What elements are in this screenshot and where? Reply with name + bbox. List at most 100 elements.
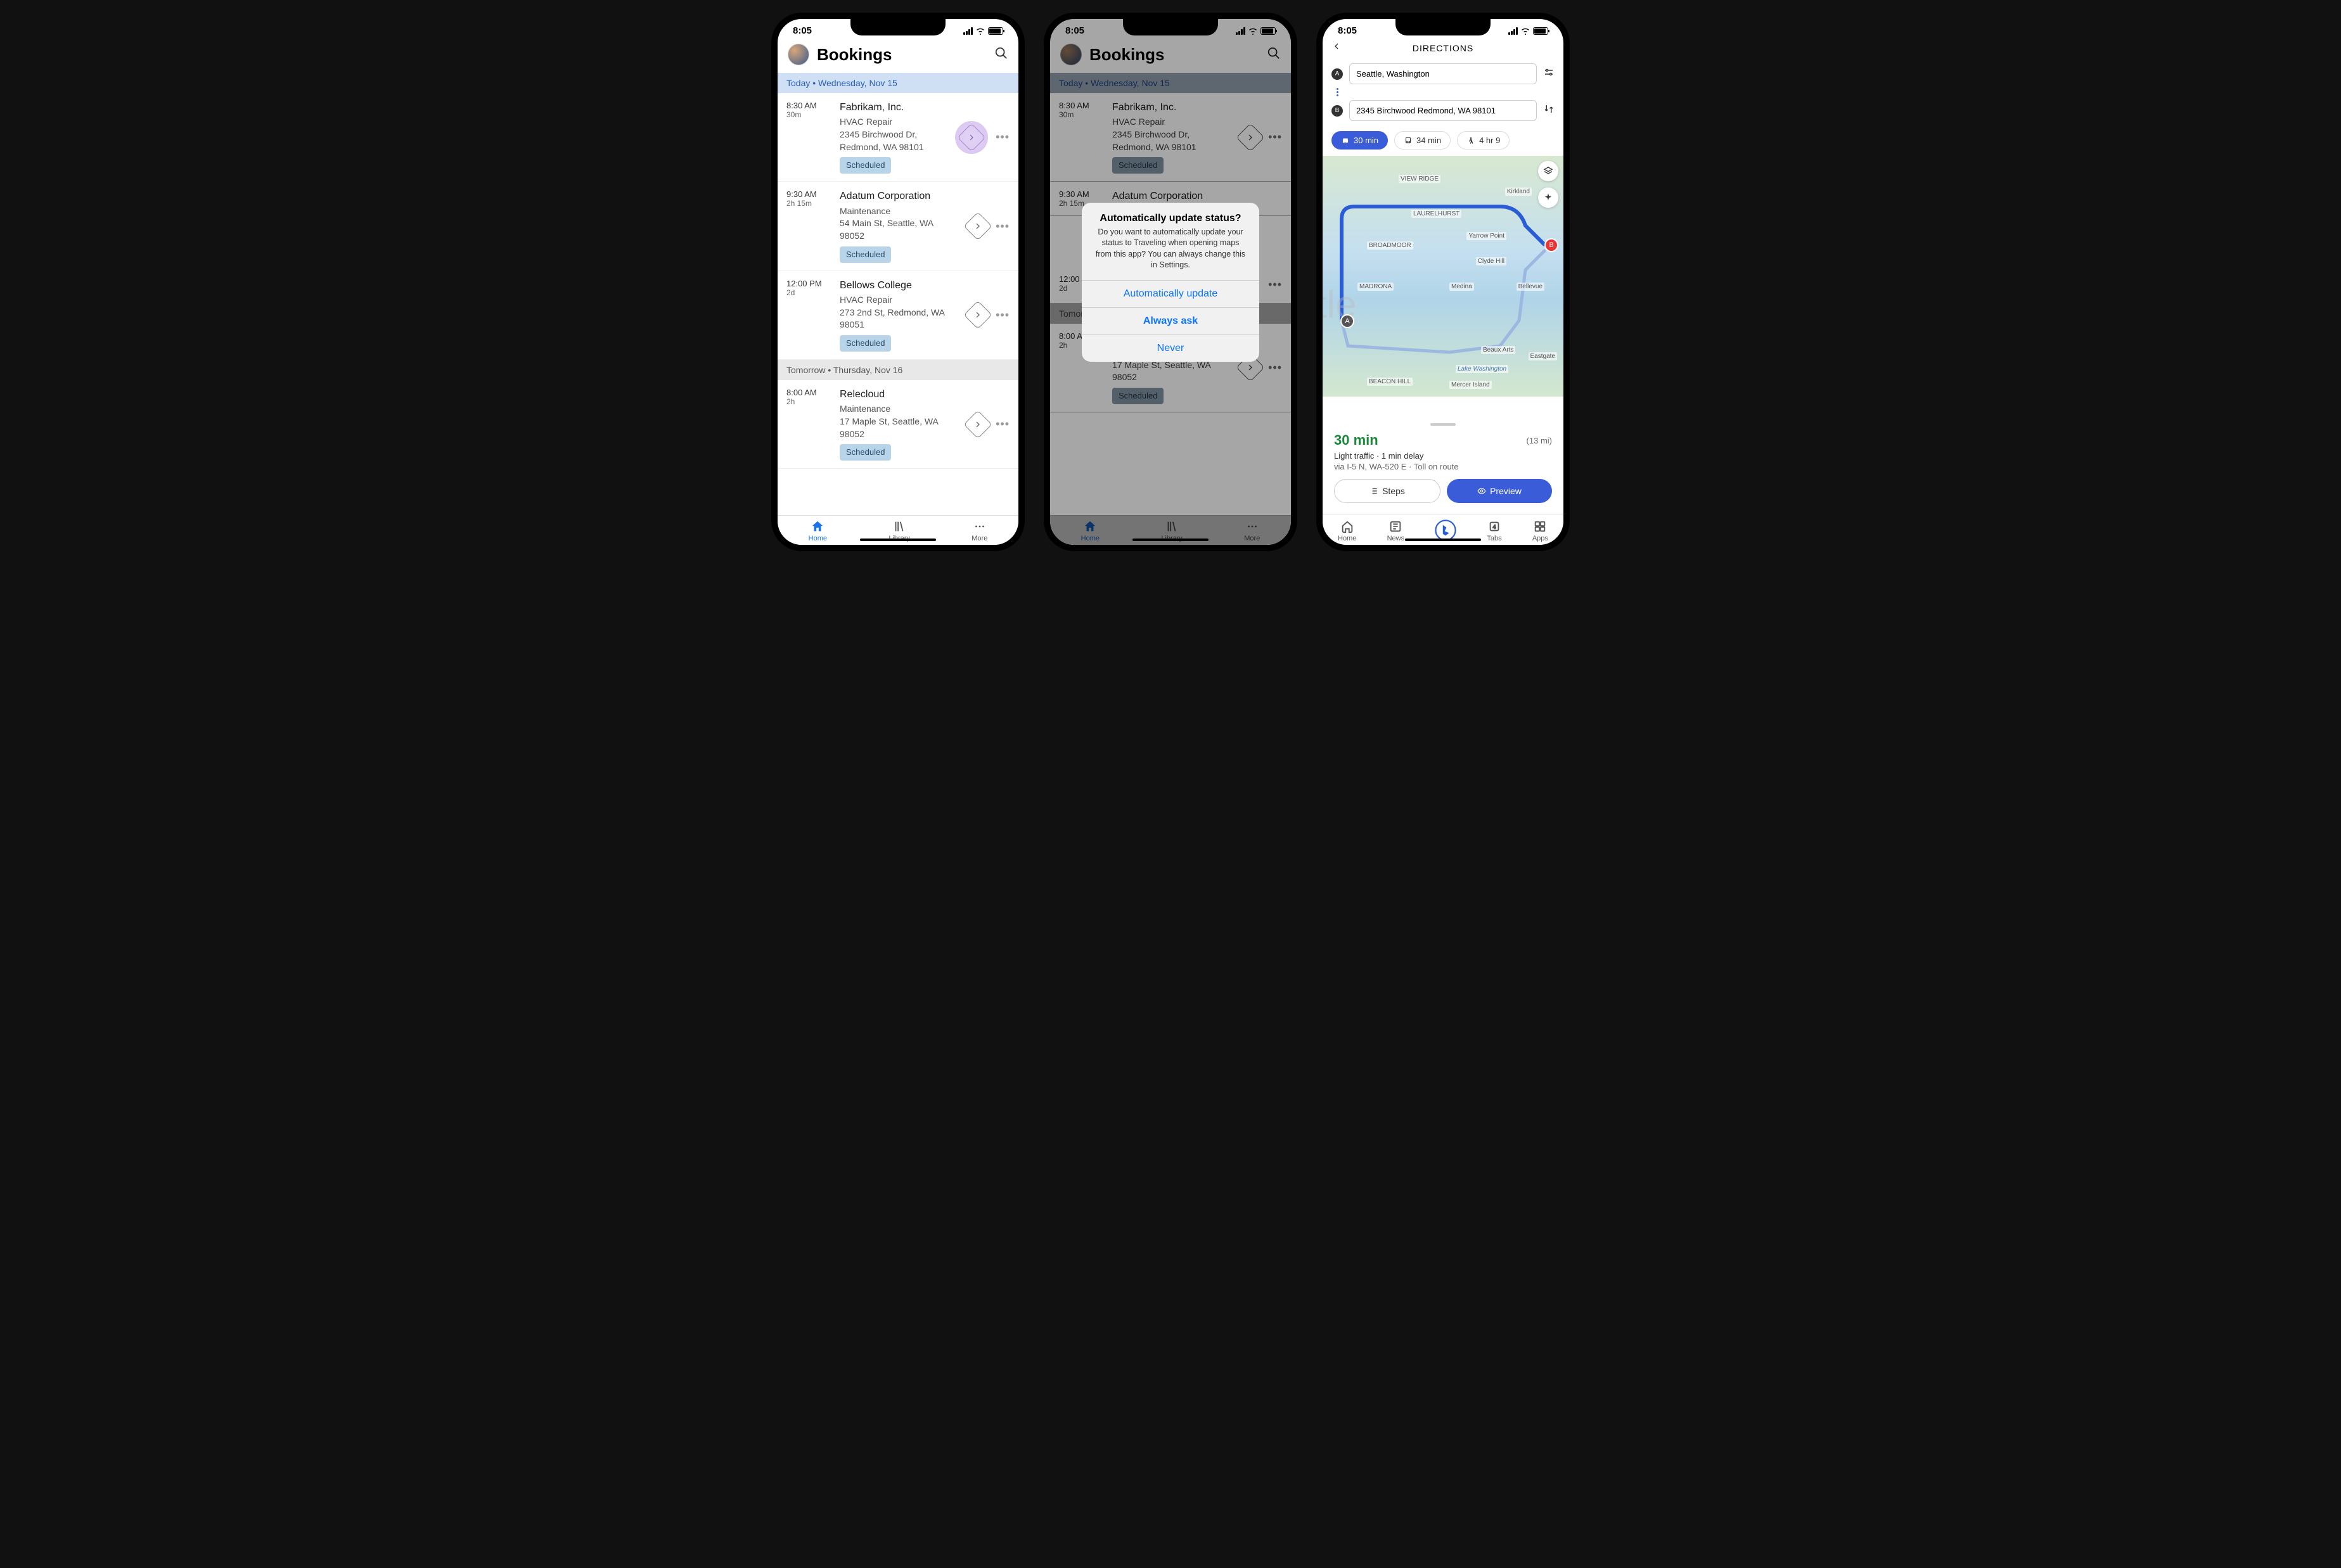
dialog-body: Do you want to automatically update your… <box>1082 227 1259 280</box>
status-badge: Scheduled <box>840 335 891 352</box>
booking-time: 9:30 AM 2h 15m <box>786 189 832 262</box>
booking-actions: ••• <box>968 279 1012 352</box>
nav-tabs[interactable]: 4 Tabs <box>1487 519 1501 542</box>
map-marker-a: A <box>1340 314 1354 328</box>
map-label: BROADMOOR <box>1367 241 1413 250</box>
nav-home[interactable]: Home <box>1338 519 1356 542</box>
marker-b-icon: B <box>1331 105 1343 117</box>
directions-button[interactable] <box>957 123 985 151</box>
notch <box>850 19 946 35</box>
clock: 8:05 <box>1338 25 1357 36</box>
preview-button[interactable]: Preview <box>1447 479 1552 503</box>
booking-info: Fabrikam, Inc. HVAC Repair 2345 Birchwoo… <box>840 101 947 174</box>
svg-text:4: 4 <box>1493 525 1496 530</box>
battery-icon <box>1533 27 1548 35</box>
nav-more[interactable]: More <box>972 519 987 542</box>
wifi-icon <box>975 27 985 35</box>
from-input[interactable]: Seattle, Washington <box>1349 63 1537 84</box>
status-dialog: Automatically update status? Do you want… <box>1082 203 1259 362</box>
map-label: Bellevue <box>1517 283 1544 291</box>
map-label: Kirkland <box>1505 188 1532 196</box>
directions-highlight <box>955 121 988 154</box>
booking-row[interactable]: 12:00 PM 2d Bellows College HVAC Repair … <box>778 271 1018 360</box>
phone-dialog: 8:05 Bookings Today • Wednesday, Nov 15 … <box>1044 13 1297 551</box>
status-badge: Scheduled <box>840 246 891 263</box>
layers-icon[interactable] <box>1538 161 1558 181</box>
booking-row[interactable]: 9:30 AM 2h 15m Adatum Corporation Mainte… <box>778 182 1018 271</box>
to-row: B 2345 Birchwood Redmond, WA 98101 <box>1323 96 1563 125</box>
steps-button[interactable]: Steps <box>1334 479 1440 503</box>
more-icon[interactable]: ••• <box>993 220 1012 233</box>
nav-home[interactable]: Home <box>809 519 827 542</box>
search-icon[interactable] <box>994 46 1008 63</box>
dialog-never[interactable]: Never <box>1082 335 1259 362</box>
directions-button[interactable] <box>963 301 992 329</box>
booking-actions: ••• <box>968 388 1012 461</box>
back-icon[interactable] <box>1331 41 1342 54</box>
booking-time: 8:00 AM 2h <box>786 388 832 461</box>
avatar[interactable] <box>788 44 809 65</box>
home-indicator[interactable] <box>860 539 936 541</box>
more-icon[interactable]: ••• <box>993 417 1012 431</box>
status-icons <box>963 27 1003 35</box>
nav-apps[interactable]: Apps <box>1532 519 1548 542</box>
directions-title: DIRECTIONS <box>1348 43 1538 53</box>
to-input[interactable]: 2345 Birchwood Redmond, WA 98101 <box>1349 100 1537 121</box>
booking-time: 8:30 AM 30m <box>786 101 832 174</box>
map-label: Medina <box>1449 283 1474 291</box>
traffic-text: Light traffic · 1 min delay <box>1334 451 1552 461</box>
mode-row: 30 min 34 min 4 hr 9 <box>1323 125 1563 156</box>
mode-transit[interactable]: 34 min <box>1394 131 1451 150</box>
map-label: LAURELHURST <box>1411 210 1461 218</box>
mode-drive[interactable]: 30 min <box>1331 131 1388 150</box>
map-label: Mercer Island <box>1449 381 1492 389</box>
more-icon[interactable]: ••• <box>993 131 1012 144</box>
notch <box>1395 19 1491 35</box>
booking-info: Relecloud Maintenance 17 Maple St, Seatt… <box>840 388 960 461</box>
route-sheet[interactable]: 30 min (13 mi) Light traffic · 1 min del… <box>1323 414 1563 512</box>
booking-time: 12:00 PM 2d <box>786 279 832 352</box>
signal-icon <box>1508 27 1518 35</box>
marker-a-icon: A <box>1331 68 1343 80</box>
home-indicator[interactable] <box>1405 539 1481 541</box>
header: Bookings <box>778 39 1018 73</box>
tomorrow-section-header: Tomorrow • Thursday, Nov 16 <box>778 360 1018 380</box>
dialog-auto-update[interactable]: Automatically update <box>1082 280 1259 307</box>
map-marker-b: B <box>1544 238 1558 252</box>
directions-button[interactable] <box>963 212 992 240</box>
nav-news[interactable]: News <box>1387 519 1405 542</box>
status-badge: Scheduled <box>840 444 891 461</box>
battery-icon <box>988 27 1003 35</box>
directions-button[interactable] <box>963 410 992 438</box>
directions-header: DIRECTIONS <box>1323 39 1563 60</box>
more-icon[interactable]: ••• <box>993 309 1012 322</box>
map-controls <box>1538 161 1558 208</box>
map-label: Clyde Hill <box>1476 257 1506 265</box>
clock: 8:05 <box>793 25 812 36</box>
filter-icon[interactable] <box>1543 67 1555 81</box>
map-label: VIEW RIDGE <box>1399 175 1440 183</box>
mode-walk[interactable]: 4 hr 9 <box>1457 131 1510 150</box>
route-time: 30 min <box>1334 432 1378 448</box>
booking-row[interactable]: 8:30 AM 30m Fabrikam, Inc. HVAC Repair 2… <box>778 93 1018 182</box>
map-label: Eastgate <box>1529 352 1557 360</box>
map-label: BEACON HILL <box>1367 378 1413 386</box>
signal-icon <box>963 27 973 35</box>
booking-info: Bellows College HVAC Repair 273 2nd St, … <box>840 279 960 352</box>
today-section-header: Today • Wednesday, Nov 15 <box>778 73 1018 93</box>
sparkle-icon[interactable] <box>1538 188 1558 208</box>
bottom-nav: Home Library More <box>778 515 1018 545</box>
sheet-handle[interactable] <box>1430 423 1456 426</box>
map-label: Yarrow Point <box>1466 232 1506 240</box>
route-distance: (13 mi) <box>1527 432 1552 445</box>
wifi-icon <box>1520 27 1530 35</box>
modal-overlay: Automatically update status? Do you want… <box>1050 19 1291 545</box>
map-label: MADRONA <box>1357 283 1394 291</box>
phone-bookings: 8:05 Bookings Today • Wednesday, Nov 15 … <box>771 13 1025 551</box>
map[interactable]: VIEW RIDGE Kirkland LAURELHURST Yarrow P… <box>1323 156 1563 397</box>
dialog-always-ask[interactable]: Always ask <box>1082 307 1259 335</box>
booking-row[interactable]: 8:00 AM 2h Relecloud Maintenance 17 Mapl… <box>778 380 1018 469</box>
swap-icon[interactable] <box>1543 103 1555 118</box>
booking-info: Adatum Corporation Maintenance 54 Main S… <box>840 189 960 262</box>
status-badge: Scheduled <box>840 157 891 174</box>
